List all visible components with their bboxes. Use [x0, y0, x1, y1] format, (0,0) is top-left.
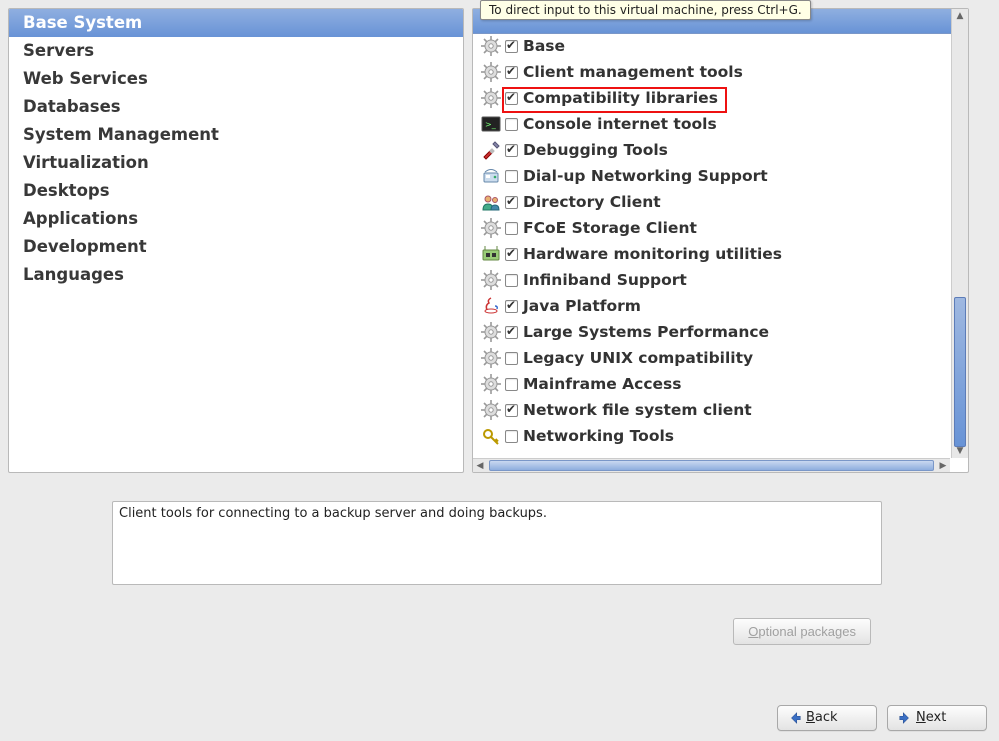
category-item[interactable]: Web Services — [9, 65, 463, 93]
scroll-up-arrow[interactable]: ▲ — [952, 9, 968, 23]
category-item[interactable]: Databases — [9, 93, 463, 121]
package-checkbox[interactable] — [505, 92, 518, 105]
package-row[interactable]: Legacy UNIX compatibility — [473, 345, 950, 371]
scroll-thumb[interactable] — [954, 297, 966, 447]
vm-input-tooltip: To direct input to this virtual machine,… — [480, 0, 811, 20]
package-row[interactable]: Java Platform — [473, 293, 950, 319]
package-checkbox[interactable] — [505, 196, 518, 209]
back-label: Back — [806, 710, 838, 725]
optional-packages-button: Optional packages — [733, 618, 871, 645]
package-checkbox[interactable] — [505, 378, 518, 391]
gear-icon — [481, 374, 501, 394]
package-label: Networking Tools — [523, 427, 674, 445]
package-checkbox[interactable] — [505, 170, 518, 183]
terminal-icon: >_ — [481, 114, 501, 134]
selection-panels: Base SystemServersWeb ServicesDatabasesS… — [8, 8, 991, 473]
horizontal-scrollbar[interactable]: ◀ ▶ — [473, 458, 950, 472]
package-row[interactable]: Directory Client — [473, 189, 950, 215]
category-item[interactable]: Desktops — [9, 177, 463, 205]
category-item[interactable]: Servers — [9, 37, 463, 65]
package-row[interactable]: Compatibility libraries — [473, 85, 950, 111]
gear-icon — [481, 270, 501, 290]
package-checkbox[interactable] — [505, 352, 518, 365]
arrow-right-icon — [898, 711, 912, 725]
package-row[interactable]: Networking Tools — [473, 423, 950, 449]
package-label: Base — [523, 37, 565, 55]
category-item[interactable]: System Management — [9, 121, 463, 149]
next-button[interactable]: Next — [887, 705, 987, 731]
category-item[interactable]: Languages — [9, 261, 463, 289]
package-row[interactable]: Hardware monitoring utilities — [473, 241, 950, 267]
category-list[interactable]: Base SystemServersWeb ServicesDatabasesS… — [8, 8, 464, 473]
category-item[interactable]: Base System — [9, 9, 463, 37]
vertical-scrollbar[interactable]: ▲ ▼ — [951, 9, 968, 458]
package-checkbox[interactable] — [505, 404, 518, 417]
package-label: Large Systems Performance — [523, 323, 769, 341]
package-label: Infiniband Support — [523, 271, 687, 289]
scroll-down-arrow[interactable]: ▼ — [952, 444, 968, 458]
package-checkbox[interactable] — [505, 66, 518, 79]
package-row[interactable]: Large Systems Performance — [473, 319, 950, 345]
category-item[interactable]: Development — [9, 233, 463, 261]
package-label: Client management tools — [523, 63, 743, 81]
back-button[interactable]: Back — [777, 705, 877, 731]
key-icon — [481, 426, 501, 446]
package-row[interactable]: Debugging Tools — [473, 137, 950, 163]
package-row[interactable]: Dial-up Networking Support — [473, 163, 950, 189]
package-row[interactable]: >_ Console internet tools — [473, 111, 950, 137]
modem-icon — [481, 166, 501, 186]
package-label: Legacy UNIX compatibility — [523, 349, 753, 367]
package-checkbox[interactable] — [505, 430, 518, 443]
package-label: Dial-up Networking Support — [523, 167, 768, 185]
java-icon — [481, 296, 501, 316]
users-icon — [481, 192, 501, 212]
package-row[interactable]: Network file system client — [473, 397, 950, 423]
tools-icon — [481, 140, 501, 160]
hw-icon — [481, 244, 501, 264]
package-label: Compatibility libraries — [523, 89, 718, 107]
arrow-left-icon — [788, 711, 802, 725]
package-label: Mainframe Access — [523, 375, 681, 393]
package-label: FCoE Storage Client — [523, 219, 697, 237]
package-checkbox[interactable] — [505, 274, 518, 287]
package-row[interactable]: Base — [473, 33, 950, 59]
gear-icon — [481, 36, 501, 56]
package-row[interactable]: Infiniband Support — [473, 267, 950, 293]
category-item[interactable]: Applications — [9, 205, 463, 233]
scroll-right-arrow[interactable]: ▶ — [936, 459, 950, 472]
package-label: Java Platform — [523, 297, 641, 315]
package-label: Directory Client — [523, 193, 661, 211]
package-label: Console internet tools — [523, 115, 717, 133]
optional-packages-label: Optional packages — [748, 624, 856, 639]
package-checkbox[interactable] — [505, 144, 518, 157]
package-checkbox[interactable] — [505, 40, 518, 53]
package-row[interactable]: FCoE Storage Client — [473, 215, 950, 241]
package-checkbox[interactable] — [505, 300, 518, 313]
next-label: Next — [916, 710, 946, 725]
hscroll-thumb[interactable] — [489, 460, 934, 471]
package-checkbox[interactable] — [505, 248, 518, 261]
package-checkbox[interactable] — [505, 326, 518, 339]
package-row[interactable]: Client management tools — [473, 59, 950, 85]
gear-icon — [481, 218, 501, 238]
package-checkbox[interactable] — [505, 118, 518, 131]
package-row[interactable]: Mainframe Access — [473, 371, 950, 397]
package-label: Debugging Tools — [523, 141, 668, 159]
gear-icon — [481, 348, 501, 368]
scroll-left-arrow[interactable]: ◀ — [473, 459, 487, 472]
package-label: Hardware monitoring utilities — [523, 245, 782, 263]
package-list[interactable]: Base Client management tools Compatibility… — [473, 33, 950, 458]
gear-icon — [481, 400, 501, 420]
description-box: Client tools for connecting to a backup … — [112, 501, 882, 585]
gear-icon — [481, 62, 501, 82]
nav-buttons: Back Next — [777, 705, 987, 731]
svg-text:>_: >_ — [485, 120, 497, 129]
gear-icon — [481, 88, 501, 108]
gear-icon — [481, 322, 501, 342]
category-item[interactable]: Virtualization — [9, 149, 463, 177]
package-checkbox[interactable] — [505, 222, 518, 235]
package-panel: Base Client management tools Compatibility… — [472, 8, 969, 473]
package-label: Network file system client — [523, 401, 752, 419]
